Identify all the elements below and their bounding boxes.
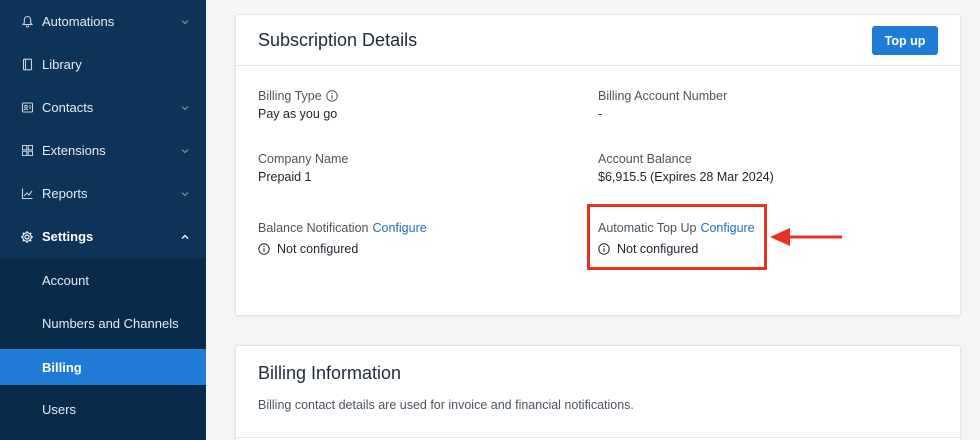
company-name-value: Prepaid 1 — [258, 170, 312, 184]
sidebar-item-settings[interactable]: Settings — [0, 215, 206, 258]
billing-type-label: Billing Type — [258, 89, 322, 103]
chevron-down-icon — [181, 191, 189, 196]
sidebar-item-numbers-and-channels[interactable]: Numbers and Channels — [0, 305, 206, 341]
company-name-label: Company Name — [258, 152, 349, 166]
sidebar-item-reports[interactable]: Reports — [0, 172, 206, 215]
sidebar-item-label: Contacts — [42, 100, 94, 115]
billing-information-title: Billing Information — [258, 363, 402, 383]
billing-account-number-field: Billing Account Number - — [598, 89, 727, 121]
chevron-down-icon — [181, 148, 189, 153]
chevron-up-icon — [181, 234, 189, 239]
account-balance-value: $6,915.5 (Expires 28 Mar 2024) — [598, 170, 774, 184]
bell-icon — [20, 15, 34, 29]
billing-account-number-label: Billing Account Number — [598, 89, 728, 103]
sidebar-subitem-label: Users — [42, 401, 76, 417]
billing-type-value: Pay as you go — [258, 107, 338, 121]
sidebar-item-label: Library — [42, 57, 82, 72]
info-icon — [258, 243, 270, 255]
account-balance-label: Account Balance — [598, 152, 692, 166]
sidebar-item-contacts[interactable]: Contacts — [0, 86, 206, 129]
info-icon[interactable] — [326, 90, 338, 102]
sidebar-item-label: Reports — [42, 186, 88, 201]
grid-icon — [20, 144, 34, 158]
sidebar-item-extensions[interactable]: Extensions — [0, 129, 206, 172]
sidebar-subitem-label: Account — [42, 272, 89, 288]
highlight-box — [587, 204, 767, 270]
company-name-field: Company Name Prepaid 1 — [258, 152, 348, 184]
top-up-button[interactable]: Top up — [872, 26, 938, 55]
billing-information-card: Billing Information Billing contact deta… — [235, 345, 961, 440]
billing-information-description: Billing contact details are used for inv… — [258, 398, 634, 412]
subscription-details-card: Subscription Details Top up Billing Type… — [235, 14, 961, 316]
balance-notification-status: Not configured — [277, 242, 359, 256]
subscription-details-title: Subscription Details — [258, 30, 418, 50]
settings-submenu: Account Numbers and Channels Billing Use… — [0, 258, 206, 440]
sidebar-item-users[interactable]: Users — [0, 391, 206, 427]
chart-icon — [20, 187, 34, 201]
sidebar-item-account[interactable]: Account — [0, 262, 206, 298]
balance-notification-label: Balance Notification — [258, 221, 369, 235]
arrow-left-icon — [770, 228, 842, 246]
chevron-down-icon — [181, 105, 189, 110]
sidebar-item-label: Automations — [42, 14, 115, 29]
card-header: Subscription Details Top up — [236, 15, 960, 66]
sidebar-item-label: Extensions — [42, 143, 106, 158]
billing-account-number-value: - — [598, 107, 603, 121]
sidebar-item-billing[interactable]: Billing — [0, 349, 206, 385]
document-icon — [20, 58, 34, 72]
contacts-icon — [20, 101, 34, 115]
sidebar-item-library[interactable]: Library — [0, 43, 206, 86]
sidebar-subitem-label: Billing — [42, 359, 82, 375]
sidebar-item-label: Settings — [42, 229, 94, 244]
sidebar-item-automations[interactable]: Automations — [0, 0, 206, 43]
divider — [236, 437, 960, 438]
sidebar: Automations Library Contacts Extensions … — [0, 0, 206, 440]
balance-notification-field: Balance Notification Configure Not confi… — [258, 221, 427, 256]
account-balance-field: Account Balance $6,915.5 (Expires 28 Mar… — [598, 152, 774, 184]
gear-icon — [20, 230, 34, 244]
chevron-down-icon — [181, 19, 189, 24]
billing-type-field: Billing Type Pay as you go — [258, 89, 338, 121]
sidebar-subitem-label: Numbers and Channels — [42, 315, 179, 331]
balance-notification-configure-link[interactable]: Configure — [372, 221, 426, 235]
